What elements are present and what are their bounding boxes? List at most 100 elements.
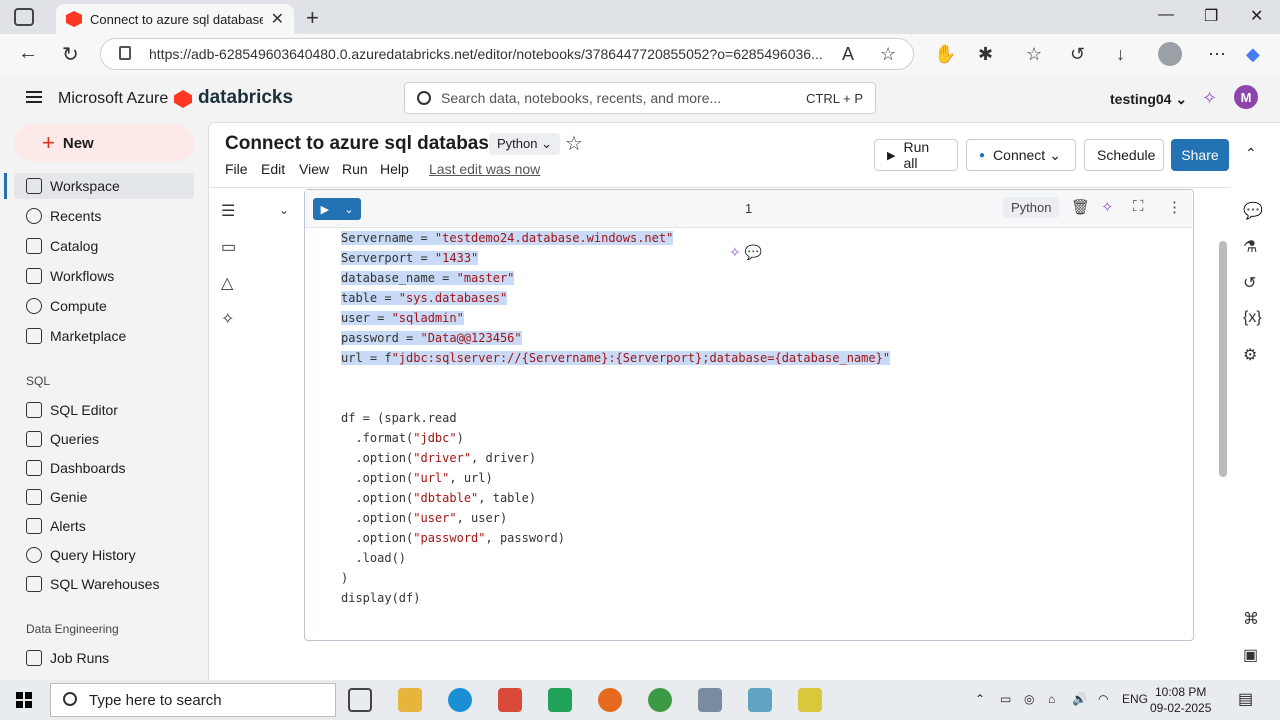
sidebar-item-sql-editor[interactable]: SQL Editor (14, 397, 194, 423)
wifi-icon[interactable]: ◠ (1098, 692, 1108, 706)
close-window-icon[interactable]: ✕ (1250, 6, 1263, 26)
close-tab-icon[interactable]: ✕ (271, 9, 284, 29)
camtasia-icon[interactable] (548, 688, 572, 712)
fullscreen-icon[interactable]: ⛶ (1133, 198, 1144, 215)
notifications-icon[interactable]: ▤ (1238, 689, 1253, 709)
edge-icon[interactable] (448, 688, 472, 712)
sidebar-item-sql-warehouses[interactable]: SQL Warehouses (14, 571, 194, 597)
experiments-icon[interactable]: ⚗ (1243, 237, 1257, 257)
favorite-star-icon[interactable]: ☆ (880, 44, 896, 65)
menu-icon[interactable] (26, 91, 42, 103)
code-cell[interactable]: ▶ ⌄ 1 Python 🗑 ✧ ⛶ ⋮ Servername = "testde… (304, 189, 1194, 641)
sidebar-item-workspace[interactable]: Workspace (4, 173, 194, 199)
comments-icon[interactable]: 💬 (1243, 201, 1263, 221)
firefox-icon[interactable] (598, 688, 622, 712)
more-icon[interactable]: ⋯ (1208, 44, 1226, 65)
favorites-icon[interactable]: ☆ (1026, 44, 1042, 65)
sidebar-item-workflows[interactable]: Workflows (14, 263, 194, 289)
windows-start-icon[interactable] (16, 692, 32, 708)
menu-help[interactable]: Help (380, 161, 409, 177)
tray-chevron-icon[interactable]: ⌃ (975, 692, 985, 706)
avatar[interactable]: M (1234, 85, 1258, 109)
volume-icon[interactable]: 🔊 (1072, 692, 1087, 706)
run-cell-button[interactable]: ▶ ⌄ (313, 198, 361, 220)
refresh-icon[interactable]: ↻ (62, 42, 79, 67)
sidebar-item-alerts[interactable]: Alerts (14, 513, 194, 539)
favorite-star-icon[interactable]: ☆ (565, 131, 583, 156)
assistant-icon[interactable]: ✧ (221, 309, 234, 329)
back-icon[interactable]: ← (18, 42, 38, 65)
profile-icon[interactable] (1158, 42, 1182, 66)
collapse-header-icon[interactable]: ⌃ (1245, 145, 1257, 162)
assistant-sparkle-icon[interactable]: ✧ (1101, 198, 1114, 216)
connect-button[interactable]: ● Connect ⌄ (966, 139, 1076, 171)
notebook-title[interactable]: Connect to azure sql database (225, 133, 500, 155)
language-indicator[interactable]: ENG (1122, 692, 1148, 706)
app-icon[interactable] (498, 688, 522, 712)
restore-icon[interactable]: ❐ (1204, 6, 1218, 26)
chrome-icon[interactable] (648, 688, 672, 712)
notebook-language-selector[interactable]: Python ⌄ (489, 133, 561, 155)
camera-icon[interactable]: ◎ (1024, 692, 1034, 706)
tab-actions-icon[interactable] (14, 8, 34, 26)
shapes-icon[interactable]: △ (221, 273, 233, 293)
schedule-button[interactable]: Schedule (1084, 139, 1164, 171)
history-icon[interactable]: ↺ (1070, 44, 1085, 65)
chevron-down-icon: ⌄ (1175, 91, 1188, 107)
run-all-button[interactable]: ▶ Run all (874, 139, 958, 171)
address-bar[interactable]: https://adb-628549603640480.0.azuredatab… (100, 38, 914, 70)
folder-icon[interactable]: ▭ (221, 237, 236, 257)
sidebar-item-job-runs[interactable]: Job Runs (14, 645, 194, 671)
file-explorer-icon[interactable] (398, 688, 422, 712)
clock[interactable]: 10:08 PM 09-02-2025 (1150, 684, 1211, 716)
cell-language[interactable]: Python (1003, 197, 1060, 218)
sidebar-item-marketplace[interactable]: Marketplace (14, 323, 194, 349)
sidebar-item-recents[interactable]: Recents (14, 203, 194, 229)
cell-collapse-icon[interactable]: ⌄ (279, 203, 289, 217)
browser-tab[interactable]: Connect to azure sql database - D ✕ (56, 4, 294, 34)
download-icon[interactable]: ↓ (1116, 44, 1125, 65)
share-button[interactable]: Share (1171, 139, 1229, 171)
sidebar-item-dashboards[interactable]: Dashboards (14, 455, 194, 481)
assistant-sparkle-icon[interactable]: ✧ (1202, 88, 1217, 109)
task-view-icon[interactable] (348, 688, 372, 712)
workspace-selector[interactable]: testing04 ⌄ (1110, 91, 1187, 108)
version-history-icon[interactable]: ↺ (1243, 273, 1256, 293)
puzzle-icon[interactable]: ✱ (978, 44, 993, 65)
databricks-logo-text[interactable]: databricks (198, 87, 293, 109)
app2-icon[interactable] (748, 688, 772, 712)
inline-assistant-icon[interactable]: ✧ 💬 (729, 244, 762, 261)
sidebar-item-catalog[interactable]: Catalog (14, 233, 194, 259)
shortcuts-icon[interactable]: ⌘ (1243, 609, 1259, 629)
settings-sliders-icon[interactable]: ⚙ (1243, 345, 1257, 365)
code-editor[interactable]: Servername = "testdemo24.database.window… (341, 228, 891, 608)
new-button[interactable]: + New (14, 124, 194, 162)
more-vertical-icon[interactable]: ⋮ (1167, 198, 1182, 216)
battery-icon[interactable]: ▭ (1000, 692, 1011, 706)
read-aloud-icon[interactable]: A (842, 44, 854, 65)
sidebar-item-queries[interactable]: Queries (14, 426, 194, 452)
menu-file[interactable]: File (225, 161, 248, 177)
network-icon[interactable]: ⌂ (1048, 692, 1055, 706)
terminal-icon[interactable]: ▣ (1243, 645, 1258, 665)
new-tab-icon[interactable]: + (306, 5, 319, 31)
last-edit-link[interactable]: Last edit was now (429, 161, 540, 177)
sidebar-item-genie[interactable]: Genie (14, 484, 194, 510)
global-search-input[interactable]: Search data, notebooks, recents, and mor… (404, 82, 876, 114)
copilot-icon[interactable]: ◆ (1246, 44, 1260, 65)
sidebar-item-query-history[interactable]: Query History (14, 542, 194, 568)
scrollbar[interactable] (1219, 241, 1227, 477)
delete-icon[interactable]: 🗑 (1071, 198, 1090, 216)
table-of-contents-icon[interactable]: ☰ (221, 201, 235, 221)
extension-icon[interactable]: ✋ (934, 44, 956, 65)
variables-icon[interactable]: {x} (1243, 309, 1262, 327)
sidebar-item-compute[interactable]: Compute (14, 293, 194, 319)
clock-icon (26, 208, 42, 224)
app3-icon[interactable] (798, 688, 822, 712)
menu-run[interactable]: Run (342, 161, 368, 177)
settings-app-icon[interactable] (698, 688, 722, 712)
menu-view[interactable]: View (299, 161, 329, 177)
taskbar-search-input[interactable]: Type here to search (50, 683, 336, 717)
minimize-icon[interactable]: — (1158, 6, 1174, 24)
menu-edit[interactable]: Edit (261, 161, 285, 177)
